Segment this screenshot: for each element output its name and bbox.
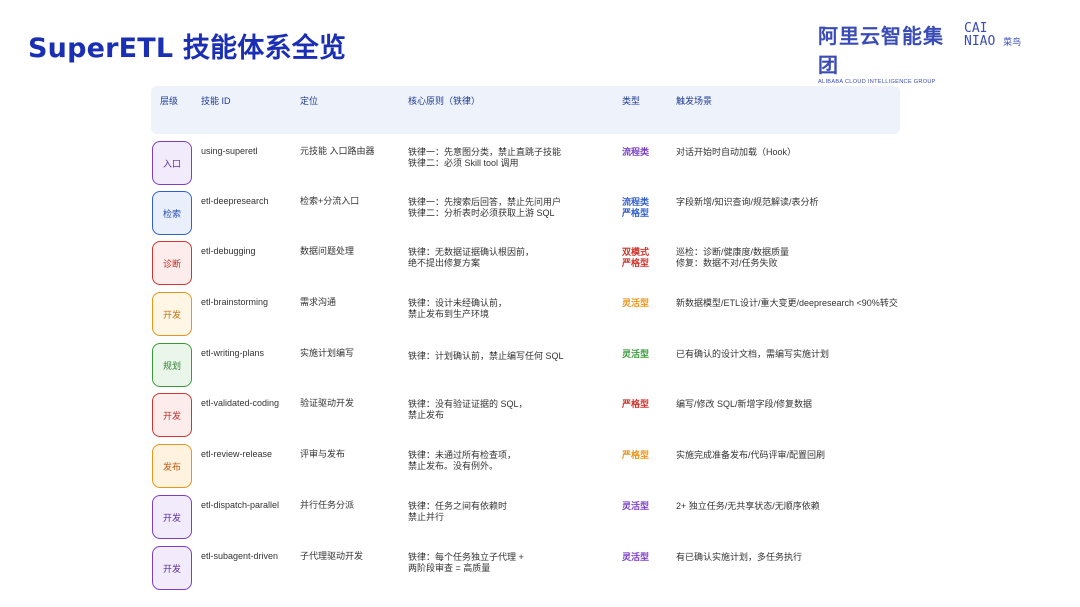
trigger-line-1: 编写/修改 SQL/新增字段/修复数据 <box>676 399 813 409</box>
alibaba-logo-en: ALIBABA CLOUD INTELLIGENCE GROUP <box>818 79 936 85</box>
skill-position: 实施计划编写 <box>300 348 355 358</box>
table-row: 发布 etl-review-release 评审与发布 铁律：未通过所有检查项， 禁止发… <box>0 444 1080 494</box>
skill-position: 元技能 入口路由器 <box>300 146 375 156</box>
col-layer: 层级 <box>160 96 179 106</box>
col-principle: 核心原则（铁律） <box>408 96 481 106</box>
principle-line-1: 铁律：无数据证据确认根因前， <box>408 247 535 257</box>
skill-position: 需求沟通 <box>300 297 337 307</box>
skill-position: 评审与发布 <box>300 449 346 459</box>
skill-position: 数据问题处理 <box>300 246 355 256</box>
type-label-1: 严格型 <box>622 450 650 460</box>
skill-position: 并行任务分派 <box>300 500 355 510</box>
table-row: 诊断 etl-debugging 数据问题处理 铁律：无数据证据确认根因前， 绝不提出修… <box>0 241 1080 291</box>
type-label-1: 灵活型 <box>622 349 650 359</box>
type-label-1: 流程类 <box>622 147 650 157</box>
principle-line-2: 绝不提出修复方案 <box>408 258 481 268</box>
table-row: 开发 etl-brainstorming 需求沟通 铁律：设计未经确认前， 禁止发布到生… <box>0 292 1080 342</box>
col-trigger: 触发场景 <box>676 96 713 106</box>
table-row: 规划 etl-writing-plans 实施计划编写 铁律：计划确认前，禁止编写任何… <box>0 343 1080 393</box>
principle-line-1: 铁律：每个任务独立子代理 + <box>408 552 524 562</box>
principle-line-1: 铁律一：先意图分类，禁止直跳子技能 <box>408 147 562 157</box>
skill-id: etl-validated-coding <box>201 398 280 408</box>
type-label-1: 灵活型 <box>622 552 650 562</box>
skill-id: using-superetl <box>201 146 258 156</box>
table-row: 开发 etl-validated-coding 验证驱动开发 铁律：没有验证证据的 S… <box>0 393 1080 443</box>
principle-line-1: 铁律：没有验证证据的 SQL， <box>408 399 528 409</box>
type-label-2: 严格型 <box>622 208 650 218</box>
trigger-line-1: 对话开始时自动加载（Hook） <box>676 147 797 157</box>
skill-id: etl-dispatch-parallel <box>201 500 280 510</box>
layer-badge: 规划 <box>152 343 192 387</box>
skill-id: etl-brainstorming <box>201 297 269 307</box>
principle-line-2: 禁止发布。没有例外。 <box>408 461 499 471</box>
skill-id: etl-deepresearch <box>201 196 269 206</box>
principle-line-1: 铁律一：先搜索后回答，禁止先问用户 <box>408 197 562 207</box>
layer-badge: 发布 <box>152 444 192 488</box>
skill-position: 检索+分流入口 <box>300 196 360 206</box>
principle-line-2: 禁止并行 <box>408 512 445 522</box>
principle-line-2: 禁止发布到生产环境 <box>408 309 490 319</box>
skill-id: etl-debugging <box>201 246 256 256</box>
layer-badge: 开发 <box>152 495 192 539</box>
layer-badge: 诊断 <box>152 241 192 285</box>
type-label-2: 严格型 <box>622 258 650 268</box>
trigger-line-1: 2+ 独立任务/无共享状态/无顺序依赖 <box>676 501 820 511</box>
trigger-line-1: 字段新增/知识查询/规范解读/表分析 <box>676 197 819 207</box>
skill-id: etl-writing-plans <box>201 348 265 358</box>
col-skill-id: 技能 ID <box>201 96 231 106</box>
type-label-1: 双模式 <box>622 247 650 257</box>
principle-line-1: 铁律：计划确认前，禁止编写任何 SQL <box>408 351 564 361</box>
layer-badge: 开发 <box>152 546 192 590</box>
trigger-line-2: 修复：数据不对/任务失败 <box>676 258 778 268</box>
layer-badge: 开发 <box>152 393 192 437</box>
trigger-line-1: 已有确认的设计文档，需编写实施计划 <box>676 349 830 359</box>
trigger-line-1: 有已确认实施计划，多任务执行 <box>676 552 803 562</box>
trigger-line-1: 新数据模型/ETL设计/重大变更/deepresearch <90%转交 <box>676 298 898 308</box>
alibaba-logo-cn: 阿里云智能集团 <box>818 24 944 77</box>
layer-badge: 开发 <box>152 292 192 336</box>
cainiao-logo-cn: 菜鸟 <box>1003 38 1022 48</box>
cainiao-logo: CAI NIAO 菜鸟 <box>964 22 1021 50</box>
principle-line-2: 禁止发布 <box>408 410 445 420</box>
principle-line-1: 铁律：未通过所有检查项， <box>408 450 517 460</box>
table-header: 层级 技能 ID 定位 核心原则（铁律） 类型 触发场景 <box>151 86 900 134</box>
skill-id: etl-subagent-driven <box>201 551 279 561</box>
trigger-line-1: 巡检：诊断/健康度/数据质量 <box>676 247 790 257</box>
principle-line-2: 两阶段审查 = 高质量 <box>408 563 491 573</box>
table-row: 开发 etl-subagent-driven 子代理驱动开发 铁律：每个任务独立子代理… <box>0 546 1080 596</box>
principle-line-2: 铁律二：必须 Skill tool 调用 <box>408 158 519 168</box>
skill-position: 子代理驱动开发 <box>300 551 364 561</box>
col-position: 定位 <box>300 96 319 106</box>
alibaba-cloud-logo: 阿里云智能集团 ALIBABA CLOUD INTELLIGENCE GROUP <box>818 20 946 85</box>
principle-line-2: 铁律二：分析表时必须获取上游 SQL <box>408 208 555 218</box>
layer-badge: 检索 <box>152 191 192 235</box>
layer-badge: 入口 <box>152 141 192 185</box>
trigger-line-1: 实施完成准备发布/代码评审/配置回刷 <box>676 450 826 460</box>
table-row: 检索 etl-deepresearch 检索+分流入口 铁律一：先搜索后回答，禁止先问… <box>0 191 1080 241</box>
principle-line-1: 铁律：任务之间有依赖时 <box>408 501 508 511</box>
table-row: 开发 etl-dispatch-parallel 并行任务分派 铁律：任务之间有依赖时… <box>0 495 1080 545</box>
skill-position: 验证驱动开发 <box>300 398 355 408</box>
skill-id: etl-review-release <box>201 449 273 459</box>
principle-line-1: 铁律：设计未经确认前， <box>408 298 508 308</box>
page-title: SuperETL 技能体系全览 <box>28 33 347 64</box>
type-label-1: 灵活型 <box>622 501 650 511</box>
table-row: 入口 using-superetl 元技能 入口路由器 铁律一：先意图分类，禁止直跳子… <box>0 141 1080 191</box>
cainiao-logo-line2: NIAO <box>964 34 996 49</box>
type-label-1: 严格型 <box>622 399 650 409</box>
type-label-1: 流程类 <box>622 197 650 207</box>
col-type: 类型 <box>622 96 641 106</box>
type-label-1: 灵活型 <box>622 298 650 308</box>
